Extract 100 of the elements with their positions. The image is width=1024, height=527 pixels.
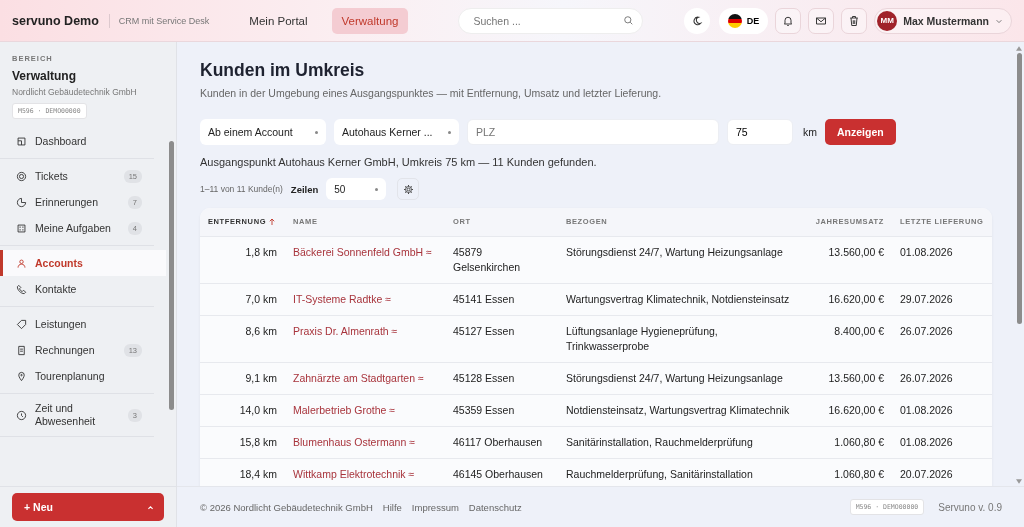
tagline: CRM mit Service Desk <box>108 13 210 28</box>
user-name: Max Mustermann <box>903 14 989 27</box>
table-cell: Notdiensteinsatz, Wartungsvertrag Klimatechnik <box>566 404 790 416</box>
table-cell: Störungsdienst 24/7, Wartung Heizungsanlage <box>566 372 783 384</box>
copyright: © 2026 Nordlicht Gebäudetechnik GmbH <box>200 501 373 513</box>
pagination-range: 1–11 von 11 Kunde(n) <box>200 184 283 194</box>
company-name: Nordlicht Gebäudetechnik GmbH <box>12 87 137 97</box>
settings-button[interactable] <box>397 178 420 200</box>
table-cell: 45141 Essen <box>453 293 515 305</box>
flag-icon <box>726 12 743 29</box>
sidebar-item[interactable]: Kontakte <box>0 276 154 302</box>
language-button[interactable]: DE <box>718 7 769 34</box>
map-pin-icon <box>16 370 27 382</box>
mail-button[interactable] <box>808 7 835 34</box>
moon-icon <box>690 14 703 27</box>
unit-label: km <box>803 126 817 138</box>
radius-field[interactable]: 75 <box>727 119 793 145</box>
notifications-button[interactable] <box>775 7 802 34</box>
table-cell: 29.07.2026 <box>900 293 953 305</box>
table-cell: Lüftungsanlage Hygieneprüfung, Trinkwasserprobe <box>566 325 718 352</box>
account-select[interactable]: Autohaus Kerner ... <box>334 119 459 145</box>
table-cell: 14,0 km <box>239 404 277 416</box>
table-cell: 01.08.2026 <box>900 246 953 258</box>
table-cell: 1.060,80 € <box>834 468 884 480</box>
search-icon <box>623 15 635 26</box>
sidebar-item[interactable]: Accounts <box>0 250 166 276</box>
show-button[interactable]: Anzeigen <box>825 119 896 145</box>
layout-icon <box>16 135 27 147</box>
customer-link[interactable]: Zahnärzte am Stadtgarten ≈ <box>293 372 424 384</box>
table-cell: 46145 Oberhausen <box>453 468 543 480</box>
table-cell: Störungsdienst 24/7, Wartung Heizungsanlage <box>566 246 783 258</box>
lifebuoy-icon <box>16 170 27 182</box>
rows-label: Zeilen <box>290 183 319 195</box>
mode-select[interactable]: Ab einem Account <box>200 119 326 145</box>
nav-tab[interactable]: Mein Portal <box>239 7 318 34</box>
pie-icon <box>16 196 27 208</box>
customer-link[interactable]: IT-Systeme Radtke ≈ <box>293 293 391 305</box>
tag-icon <box>16 318 27 330</box>
user-menu-button[interactable]: MM Max Mustermann <box>874 7 1012 34</box>
version-label: Servuno v. 0.9 <box>938 501 1002 513</box>
clock-icon <box>16 409 27 421</box>
table-cell: 1.060,80 € <box>834 436 884 448</box>
list-icon <box>16 222 27 234</box>
table-cell: 26.07.2026 <box>900 372 953 384</box>
sidebar-item[interactable]: Dashboard <box>0 128 154 154</box>
customer-link[interactable]: Bäckerei Sonnenfeld GmbH ≈ <box>293 246 432 258</box>
customer-link[interactable]: Malerbetrieb Grothe ≈ <box>293 404 396 416</box>
result-summary: Ausgangspunkt Autohaus Kerner GmbH, Umkreis 75 km — 11 Kunden gefunden. <box>200 156 598 168</box>
table-cell: 8.400,00 € <box>834 325 884 337</box>
nav-tab[interactable]: Verwaltung <box>331 7 409 34</box>
sidebar-item[interactable]: Leistungen <box>0 311 154 337</box>
search-field[interactable]: Suchen ... <box>458 7 644 34</box>
search-input[interactable]: Suchen ... <box>471 13 624 28</box>
footer-link[interactable]: Impressum <box>411 501 459 513</box>
table-cell: 46117 Oberhausen <box>453 436 543 448</box>
table-cell: 45127 Essen <box>453 325 515 337</box>
gear-icon <box>402 183 414 195</box>
table-cell: 9,1 km <box>245 372 277 384</box>
table-cell: 15,8 km <box>239 436 277 448</box>
new-button[interactable]: + Neu <box>12 493 164 521</box>
sidebar-item[interactable]: Tourenplanung <box>0 363 154 389</box>
table-cell: 01.08.2026 <box>900 436 953 448</box>
table-cell: 45128 Essen <box>453 372 515 384</box>
footer-link[interactable]: Hilfe <box>382 501 402 513</box>
bell-icon <box>782 14 795 27</box>
table-cell: 1,8 km <box>245 246 277 258</box>
table-cell: 8,6 km <box>245 325 277 337</box>
arrow-down-icon[interactable] <box>1016 479 1022 484</box>
customer-link[interactable]: Wittkamp Elektrotechnik ≈ <box>293 468 415 480</box>
envelope-icon <box>815 14 828 27</box>
table-cell: 16.620,00 € <box>828 404 884 416</box>
rows-select[interactable]: 50 <box>326 178 387 200</box>
footer-link[interactable]: Datenschutz <box>468 501 522 513</box>
trash-icon <box>848 14 861 27</box>
table-cell: 18,4 km <box>239 468 277 480</box>
table-cell: Wartungsvertrag Klimatechnik, Notdiensteinsatz <box>566 293 790 305</box>
table-cell: 7,0 km <box>245 293 277 305</box>
table-cell: 45879 Gelsenkirchen <box>453 246 521 273</box>
theme-toggle-button[interactable] <box>683 7 710 34</box>
page-title: Kunden im Umkreis <box>200 60 366 81</box>
table-cell: Sanitärinstallation, Rauchmelderprüfung <box>566 436 753 448</box>
brand-name[interactable]: servuno Demo <box>12 13 99 28</box>
customer-link[interactable]: Praxis Dr. Almenrath ≈ <box>293 325 398 337</box>
trash-button[interactable] <box>841 7 868 34</box>
arrow-up-icon[interactable] <box>1016 46 1022 51</box>
table-cell: 13.560,00 € <box>828 372 884 384</box>
table-cell: Rauchmelderprüfung, Sanitärinstallation <box>566 468 753 480</box>
table-cell: 45359 Essen <box>453 404 515 416</box>
table-cell: 13.560,00 € <box>828 246 884 258</box>
table-cell: 20.07.2026 <box>900 468 953 480</box>
section-title: Verwaltung <box>12 69 76 83</box>
plz-field[interactable]: PLZ <box>467 119 719 145</box>
table-cell: 01.08.2026 <box>900 404 953 416</box>
document-icon <box>16 344 27 356</box>
page-subtitle: Kunden in der Umgebung eines Ausgangspunktes — mit Entfernung, Umsatz und letzter Lieferung. <box>200 87 663 99</box>
person-icon <box>16 257 27 269</box>
table-cell: 16.620,00 € <box>828 293 884 305</box>
phone-icon <box>16 283 27 295</box>
avatar: MM <box>877 10 898 31</box>
customer-link[interactable]: Blumenhaus Ostermann ≈ <box>293 436 415 448</box>
